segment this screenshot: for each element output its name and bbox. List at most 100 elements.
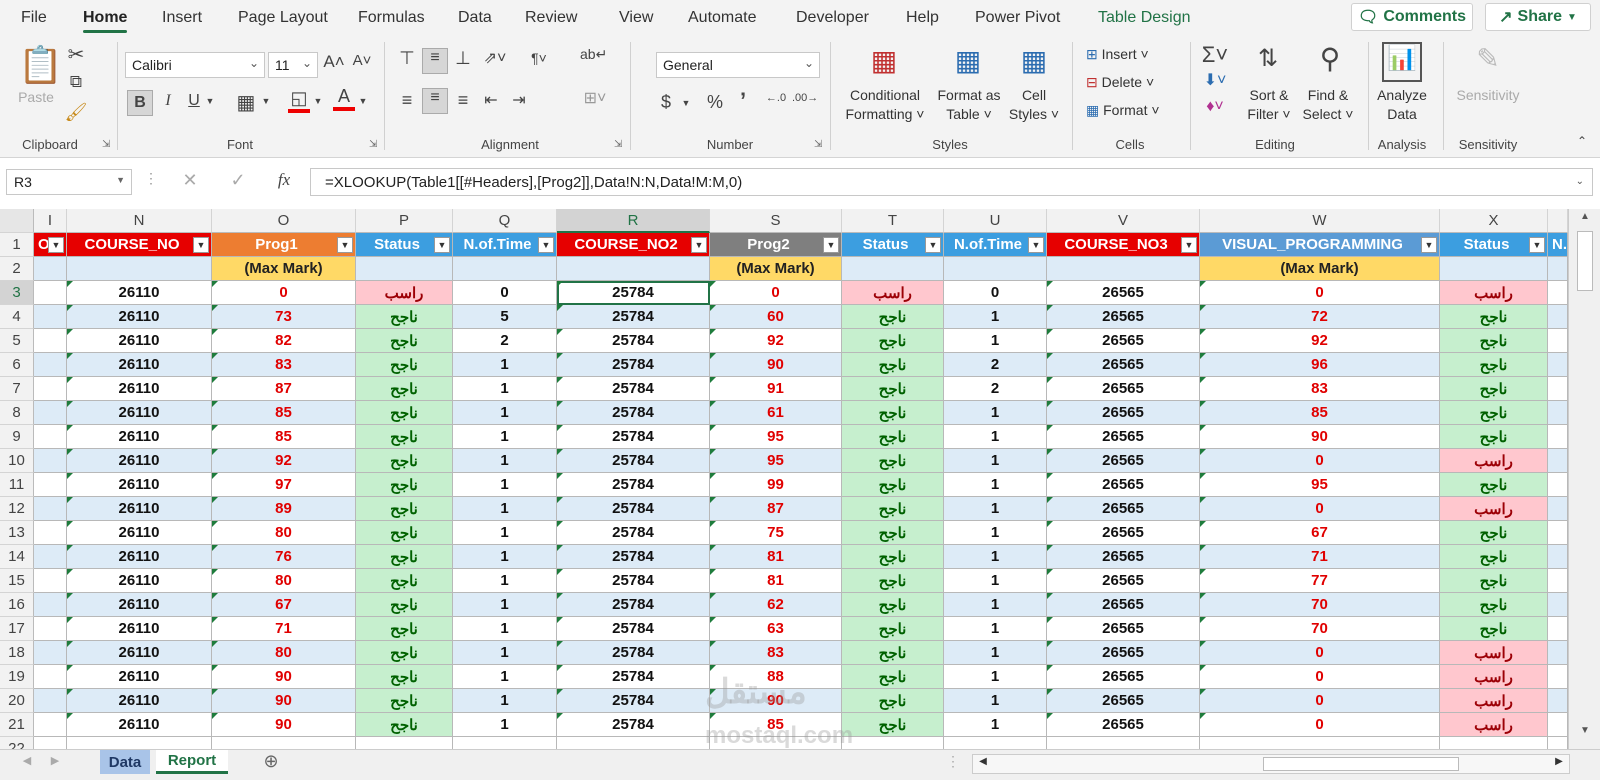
course-no-cell[interactable]: 26565 bbox=[1047, 569, 1200, 593]
column-header[interactable] bbox=[1548, 209, 1568, 233]
cell[interactable] bbox=[1047, 737, 1200, 749]
scroll-up-icon[interactable]: ▲ bbox=[1577, 211, 1593, 222]
status-cell[interactable]: راسب bbox=[1440, 641, 1548, 665]
times-cell[interactable]: 1 bbox=[944, 521, 1047, 545]
course-no-cell[interactable]: 25784 bbox=[557, 449, 710, 473]
sheet-next-icon[interactable]: ▶ bbox=[48, 754, 62, 767]
grade-cell[interactable]: 90 bbox=[212, 713, 356, 737]
sheet-tab-data[interactable]: Data bbox=[100, 750, 150, 774]
tab-file[interactable]: File bbox=[21, 9, 47, 27]
cell[interactable] bbox=[1548, 521, 1568, 545]
comma-style-icon[interactable]: ’ bbox=[734, 88, 752, 114]
status-cell[interactable]: ناجح bbox=[842, 473, 944, 497]
status-cell[interactable]: ناجح bbox=[356, 353, 453, 377]
status-cell[interactable]: ناجح bbox=[356, 497, 453, 521]
tab-home[interactable]: Home bbox=[83, 9, 128, 33]
grade-cell[interactable]: 85 bbox=[710, 713, 842, 737]
percent-icon[interactable]: % bbox=[703, 92, 727, 113]
course-no-cell[interactable]: 26565 bbox=[1047, 473, 1200, 497]
cell[interactable] bbox=[710, 737, 842, 749]
status-cell[interactable]: ناجح bbox=[356, 473, 453, 497]
status-cell[interactable]: راسب bbox=[842, 281, 944, 305]
cell[interactable] bbox=[1548, 377, 1568, 401]
cancel-icon[interactable]: ✕ bbox=[180, 170, 200, 191]
cell[interactable] bbox=[944, 257, 1047, 281]
status-cell[interactable]: راسب bbox=[1440, 665, 1548, 689]
align-center-icon[interactable]: ≡ bbox=[422, 88, 448, 114]
select-all-corner[interactable] bbox=[0, 209, 34, 233]
times-cell[interactable]: 2 bbox=[453, 329, 557, 353]
cell[interactable] bbox=[34, 305, 67, 329]
grade-cell[interactable]: 81 bbox=[710, 545, 842, 569]
course-no-cell[interactable]: 26110 bbox=[67, 689, 212, 713]
course-no-cell[interactable]: 26565 bbox=[1047, 497, 1200, 521]
row-header[interactable]: 22 bbox=[0, 737, 34, 749]
vertical-scrollbar[interactable]: ▲ ▼ bbox=[1568, 209, 1600, 749]
grade-cell[interactable]: 85 bbox=[212, 401, 356, 425]
grade-cell[interactable]: 70 bbox=[1200, 617, 1440, 641]
course-no-cell[interactable]: 26110 bbox=[67, 641, 212, 665]
cell[interactable] bbox=[1548, 641, 1568, 665]
cell[interactable] bbox=[944, 737, 1047, 749]
course-no-cell[interactable]: 25784 bbox=[557, 497, 710, 521]
times-cell[interactable]: 1 bbox=[944, 641, 1047, 665]
decrease-font-icon[interactable]: A˅ bbox=[351, 52, 373, 69]
cell[interactable] bbox=[67, 257, 212, 281]
status-cell[interactable]: ناجح bbox=[356, 641, 453, 665]
cell[interactable] bbox=[1548, 401, 1568, 425]
table-header-w[interactable]: VISUAL_PROGRAMMING ▼ bbox=[1200, 233, 1440, 257]
status-cell[interactable]: ناجح bbox=[842, 641, 944, 665]
status-cell[interactable]: ناجح bbox=[842, 401, 944, 425]
filter-dropdown-icon[interactable]: ▼ bbox=[48, 237, 64, 253]
borders-icon[interactable]: ▦ bbox=[234, 90, 258, 115]
status-cell[interactable]: ناجح bbox=[356, 521, 453, 545]
tab-developer[interactable]: Developer bbox=[796, 9, 869, 27]
delete-cells-button[interactable]: ⊟ Delete ˅ bbox=[1086, 74, 1154, 91]
grade-cell[interactable]: 87 bbox=[212, 377, 356, 401]
course-no-cell[interactable]: 25784 bbox=[557, 689, 710, 713]
grade-cell[interactable]: 88 bbox=[710, 665, 842, 689]
course-no-cell[interactable]: 26565 bbox=[1047, 401, 1200, 425]
table-header-extra[interactable]: N.o bbox=[1548, 233, 1568, 257]
times-cell[interactable]: 1 bbox=[453, 593, 557, 617]
times-cell[interactable]: 1 bbox=[453, 377, 557, 401]
grade-cell[interactable]: 95 bbox=[1200, 473, 1440, 497]
filter-dropdown-icon[interactable]: ▼ bbox=[691, 237, 707, 253]
row-header[interactable]: 5 bbox=[0, 329, 34, 353]
column-header[interactable]: T bbox=[842, 209, 944, 233]
cell[interactable] bbox=[1548, 257, 1568, 281]
status-cell[interactable]: ناجح bbox=[842, 305, 944, 329]
cell[interactable] bbox=[1047, 257, 1200, 281]
table-header-n[interactable]: COURSE_NO ▼ bbox=[67, 233, 212, 257]
course-no-cell[interactable]: 26565 bbox=[1047, 329, 1200, 353]
filter-dropdown-icon[interactable]: ▼ bbox=[1529, 237, 1545, 253]
table-header-o[interactable]: Prog1 ▼ bbox=[212, 233, 356, 257]
cell[interactable] bbox=[34, 401, 67, 425]
grade-cell[interactable]: 62 bbox=[710, 593, 842, 617]
times-cell[interactable]: 1 bbox=[944, 713, 1047, 737]
chevron-down-icon[interactable]: ▼ bbox=[260, 96, 272, 106]
share-button[interactable]: ↗ Share ▼ bbox=[1485, 3, 1591, 31]
status-cell[interactable]: ناجح bbox=[356, 425, 453, 449]
paste-button[interactable]: Paste bbox=[14, 88, 58, 107]
cell[interactable] bbox=[1548, 713, 1568, 737]
name-box[interactable]: R3 ▼ bbox=[6, 169, 132, 195]
table-header-t[interactable]: Status ▼ bbox=[842, 233, 944, 257]
orientation-icon[interactable]: ⇗˅ bbox=[480, 48, 510, 68]
chevron-down-icon[interactable]: ▼ bbox=[312, 96, 324, 106]
sensitivity-button[interactable]: Sensitivity bbox=[1450, 86, 1526, 105]
formula-input[interactable]: =XLOOKUP(Table1[[#Headers],[Prog2]],Data… bbox=[310, 168, 1593, 196]
status-cell[interactable]: ناجح bbox=[356, 593, 453, 617]
course-no-cell[interactable]: 26565 bbox=[1047, 281, 1200, 305]
row-header[interactable]: 11 bbox=[0, 473, 34, 497]
grade-cell[interactable]: 92 bbox=[710, 329, 842, 353]
status-cell[interactable]: ناجح bbox=[842, 329, 944, 353]
grade-cell[interactable]: 82 bbox=[212, 329, 356, 353]
course-no-cell[interactable]: 25784 bbox=[557, 353, 710, 377]
format-painter-icon[interactable]: 🖌 bbox=[64, 102, 88, 123]
filter-dropdown-icon[interactable]: ▼ bbox=[1028, 237, 1044, 253]
column-header[interactable]: S bbox=[710, 209, 842, 233]
format-cells-button[interactable]: ▦ Format ˅ bbox=[1086, 102, 1160, 119]
cell[interactable] bbox=[1548, 617, 1568, 641]
grade-cell[interactable]: 0 bbox=[212, 281, 356, 305]
